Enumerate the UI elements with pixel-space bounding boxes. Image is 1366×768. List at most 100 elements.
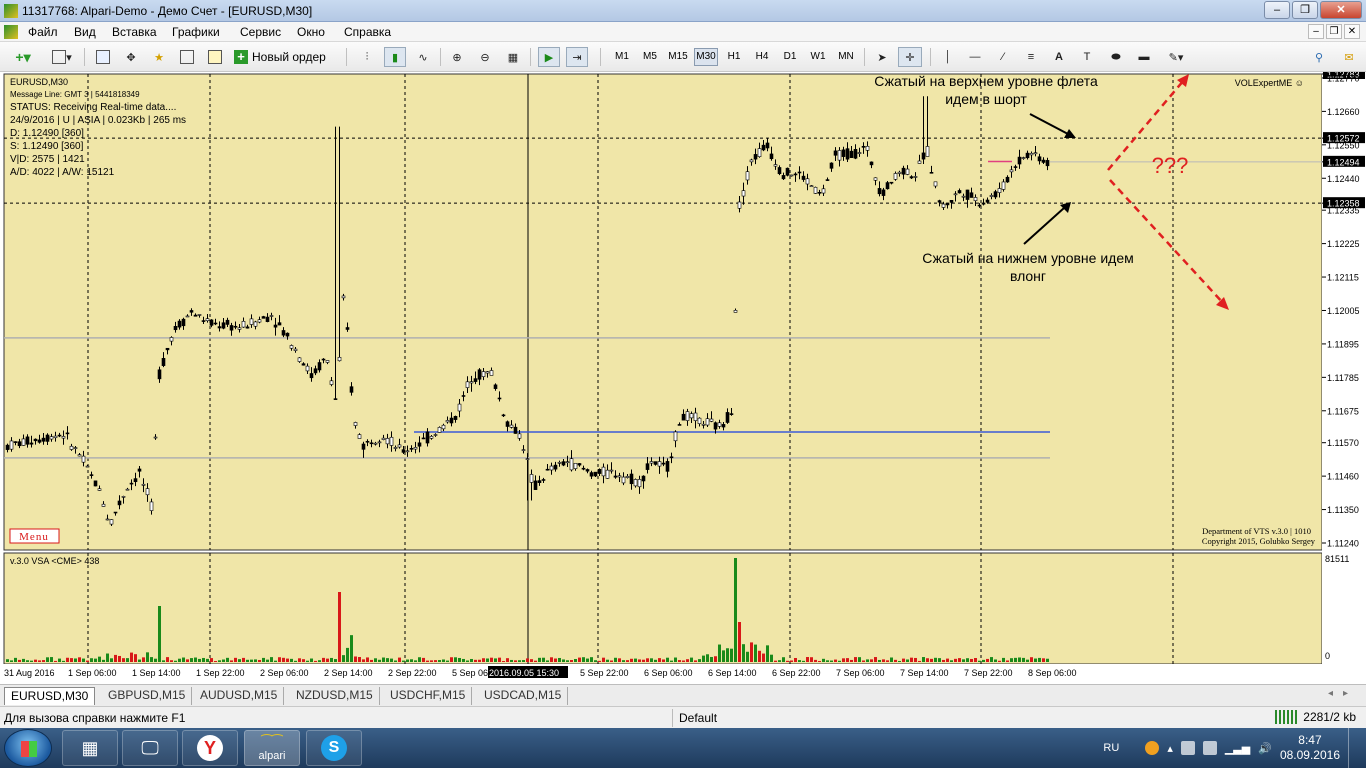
start-button[interactable] [4, 729, 52, 767]
ellipse-button[interactable]: ⬬ [1104, 47, 1128, 67]
candle-body [41, 437, 46, 442]
volume-bar [394, 660, 397, 662]
horizontal-line-button[interactable]: — [964, 47, 986, 67]
terminal-button[interactable] [176, 47, 198, 67]
tf-m30-button[interactable]: M30 [694, 48, 718, 66]
tf-m15-button[interactable]: M15 [666, 48, 690, 66]
tf-w1-button[interactable]: W1 [806, 48, 830, 66]
chart-window-icon[interactable] [4, 25, 18, 39]
candle-body [417, 442, 422, 447]
new-chart-button[interactable]: +▾ [6, 47, 40, 67]
volume-bar [454, 657, 457, 662]
strategy-tester-button[interactable] [204, 47, 226, 67]
taskbar-yandex[interactable]: Y [182, 730, 238, 766]
volume-icon[interactable]: 🔊 [1258, 742, 1272, 755]
tray-network-icon[interactable] [1202, 741, 1217, 755]
tf-d1-button[interactable]: D1 [778, 48, 802, 66]
candle-body [569, 458, 574, 471]
tray-flag-icon[interactable] [1180, 741, 1195, 755]
candle-body [733, 310, 738, 313]
tray-app-icon[interactable] [1145, 741, 1160, 755]
volume-bar [62, 660, 65, 662]
tf-m5-button[interactable]: M5 [638, 48, 662, 66]
volume-bar [698, 659, 701, 662]
volume-bar [662, 659, 665, 662]
volume-bar [710, 656, 713, 662]
tile-windows-button[interactable]: ▦ [502, 47, 524, 67]
profiles-button[interactable]: ▾ [46, 47, 78, 67]
candle-body [461, 395, 466, 397]
menu-file[interactable]: Файл [28, 25, 58, 39]
volume-bar [1046, 658, 1049, 662]
arrows-button[interactable]: ✎▾ [1160, 47, 1192, 67]
taskbar-skype[interactable]: S [306, 730, 362, 766]
tab-eurusd[interactable]: EURUSD,M30 [4, 687, 96, 705]
rectangle-button[interactable]: ▬ [1132, 47, 1156, 67]
channel-button[interactable]: ≡ [1020, 47, 1042, 67]
data-window-button[interactable]: ★ [148, 47, 170, 67]
taskbar-remote-desktop[interactable]: 🖵 [122, 730, 178, 766]
show-hidden-icons-icon[interactable]: ▴ [1167, 742, 1173, 755]
show-desktop-button[interactable] [1348, 728, 1358, 768]
vertical-line-button[interactable]: │ [938, 47, 958, 67]
tab-usdcad[interactable]: USDCAD,M15 [478, 687, 569, 705]
mdi-restore-button[interactable]: ❐ [1326, 24, 1342, 39]
mdi-minimize-button[interactable]: – [1308, 24, 1324, 39]
tab-usdchf[interactable]: USDCHF,M15 [384, 687, 473, 705]
candle-body [969, 192, 974, 198]
line-chart-button[interactable]: ∿ [412, 47, 434, 67]
mdi-close-button[interactable]: ✕ [1344, 24, 1360, 39]
text-tool-button[interactable]: A [1048, 47, 1070, 67]
price-chart[interactable]: 1.127831.127701.126601.125721.125501.124… [0, 72, 1366, 684]
minimize-button[interactable]: – [1264, 1, 1290, 19]
navigator-button[interactable]: ✥ [120, 47, 142, 67]
volume-pane[interactable] [3, 552, 1323, 665]
zoom-in-button[interactable]: ⊕ [446, 47, 468, 67]
new-order-button[interactable]: + Новый ордер [234, 47, 326, 67]
menu-window[interactable]: Окно [297, 25, 325, 39]
chat-button[interactable]: ✉ [1338, 47, 1360, 67]
tf-m1-button[interactable]: M1 [610, 48, 634, 66]
tab-gbpusd[interactable]: GBPUSD,M15 [102, 687, 193, 705]
menu-view[interactable]: Вид [74, 25, 96, 39]
tab-scroll-arrows[interactable]: ◂▸ [1328, 688, 1358, 699]
candle-body [901, 167, 906, 175]
bars-icon: ⫶ [365, 50, 369, 63]
text-label-button[interactable]: T [1076, 47, 1098, 67]
price-pane[interactable] [3, 73, 1323, 551]
chart-shift-button[interactable]: ⇥ [566, 47, 588, 67]
cursor-button[interactable]: ➤ [872, 47, 892, 67]
bar-chart-button[interactable]: ⫶ [356, 47, 378, 67]
candle-body [345, 327, 350, 330]
menu-tools[interactable]: Сервис [240, 25, 281, 39]
clock[interactable]: 8:47 08.09.2016 [1280, 733, 1340, 763]
close-button[interactable]: ✕ [1320, 1, 1362, 19]
volume-bar [282, 657, 285, 662]
volume-bar [618, 658, 621, 662]
menu-help[interactable]: Справка [344, 25, 391, 39]
tab-audusd[interactable]: AUDUSD,M15 [194, 687, 285, 705]
menu-charts[interactable]: Графики [172, 25, 220, 39]
candle-body [325, 360, 330, 363]
trendline-button[interactable]: ⁄ [992, 47, 1014, 67]
chart-window[interactable]: 1.12783 1.12770 1.12660 1.12572 1.12550 1.124… [0, 72, 1366, 684]
signal-icon[interactable]: ▁▃▅ [1225, 742, 1250, 755]
search-button[interactable]: ⚲ [1308, 47, 1330, 67]
tf-h4-button[interactable]: H4 [750, 48, 774, 66]
auto-scroll-button[interactable]: ▶ [538, 47, 560, 67]
candle-body [561, 461, 566, 466]
zoom-out-button[interactable]: ⊖ [474, 47, 496, 67]
tf-h1-button[interactable]: H1 [722, 48, 746, 66]
menu-insert[interactable]: Вставка [112, 25, 157, 39]
window-title: 11317768: Alpari-Demo - Демо Счет - [EUR… [22, 4, 313, 18]
candle-chart-button[interactable]: ▮ [384, 47, 406, 67]
crosshair-button[interactable]: ✛ [898, 47, 922, 67]
tab-nzdusd[interactable]: NZDUSD,M15 [290, 687, 380, 705]
tf-mn-button[interactable]: MN [834, 48, 858, 66]
taskbar-alpari[interactable]: ⁀⁀ alpari [244, 730, 300, 766]
connection-status[interactable]: 2281/2 kb [1275, 710, 1356, 724]
taskbar-calculator[interactable]: ▦ [62, 730, 118, 766]
language-indicator[interactable]: RU [1103, 742, 1119, 754]
market-watch-button[interactable] [92, 47, 114, 67]
maximize-button[interactable]: ❐ [1292, 1, 1318, 19]
